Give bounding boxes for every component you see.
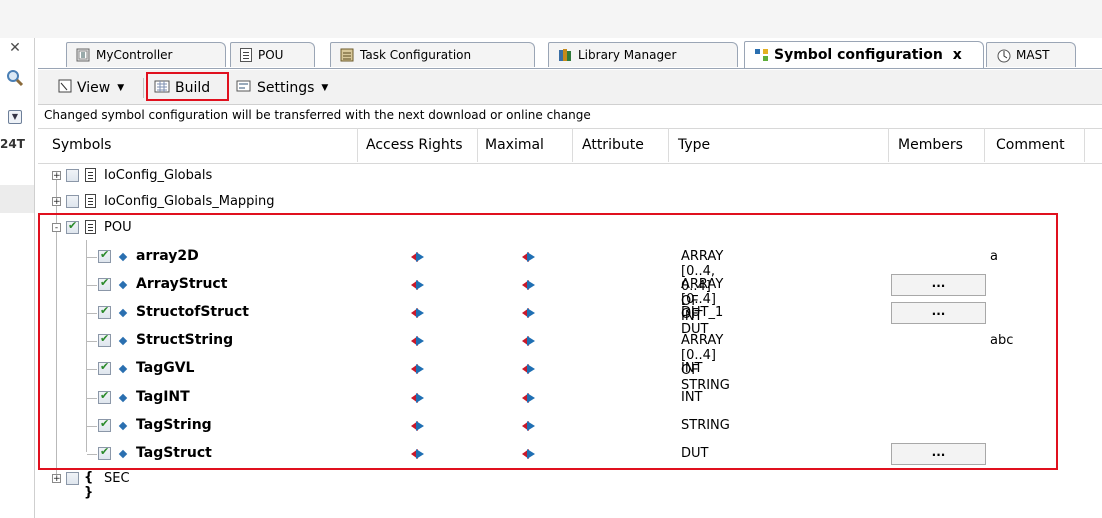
column-divider (668, 128, 669, 162)
col-attribute[interactable]: Attribute (582, 137, 644, 153)
task-icon (996, 48, 1011, 63)
checkbox[interactable] (66, 195, 79, 208)
settings-icon (236, 79, 252, 97)
tab-label: MAST (1016, 48, 1050, 62)
tab-mycontroller[interactable]: MyController (66, 42, 226, 67)
left-panel-number: 24T (0, 137, 25, 151)
document-icon (240, 48, 252, 62)
dropdown-icon[interactable]: ▼ (4, 107, 26, 127)
settings-label: Settings (257, 80, 315, 96)
pou-highlight (38, 213, 1058, 470)
col-comment[interactable]: Comment (996, 137, 1065, 153)
left-panel-selection (0, 185, 34, 213)
tab-label: Symbol configuration (774, 47, 943, 63)
checkbox[interactable] (66, 472, 79, 485)
column-divider (572, 128, 573, 162)
expand-icon[interactable]: + (52, 171, 61, 181)
col-access-rights[interactable]: Access Rights (366, 137, 463, 153)
change-notice: Changed symbol configuration will be tra… (44, 108, 591, 122)
controller-icon (76, 48, 90, 62)
search-icon[interactable] (4, 68, 26, 88)
column-divider (357, 128, 358, 162)
close-icon[interactable]: ✕ (4, 38, 26, 58)
tab-label: POU (258, 48, 284, 62)
view-label: View (77, 80, 111, 96)
symbol-config-icon (754, 48, 768, 62)
tab-pou[interactable]: POU (230, 42, 315, 67)
settings-menu[interactable]: Settings ▼ (236, 77, 328, 99)
group-label: IoConfig_Globals (104, 168, 213, 183)
tab-task-configuration[interactable]: Task Configuration (330, 42, 535, 67)
col-maximal[interactable]: Maximal (485, 137, 544, 153)
build-highlight (146, 72, 229, 101)
tab-symbol-configuration[interactable]: Symbol configuration x (744, 41, 984, 68)
tab-label: Library Manager (578, 48, 677, 62)
chevron-down-icon: ▼ (117, 83, 125, 93)
braces-icon: { } (84, 470, 94, 500)
document-icon (85, 194, 96, 208)
expand-icon[interactable]: + (52, 474, 61, 484)
view-menu[interactable]: View ▼ (58, 77, 124, 99)
tab-label: MyController (96, 48, 173, 62)
toolbar-separator (143, 78, 144, 98)
tab-library-manager[interactable]: Library Manager (548, 42, 738, 67)
library-icon (558, 48, 572, 62)
expand-icon[interactable]: + (52, 197, 61, 207)
document-icon (85, 168, 96, 182)
column-divider (477, 128, 478, 162)
column-divider (984, 128, 985, 162)
close-icon[interactable]: x (953, 47, 962, 63)
view-icon (58, 79, 72, 97)
column-divider (1084, 128, 1085, 162)
col-type[interactable]: Type (678, 137, 710, 153)
column-divider (888, 128, 889, 162)
tab-label: Task Configuration (360, 48, 472, 62)
col-symbols[interactable]: Symbols (52, 137, 111, 153)
col-members[interactable]: Members (898, 137, 963, 153)
tab-mast[interactable]: MAST (986, 42, 1076, 67)
task-config-icon (340, 48, 354, 62)
window-top-band (0, 0, 1102, 38)
group-label: IoConfig_Globals_Mapping (104, 194, 275, 209)
group-label: SEC (104, 471, 130, 486)
chevron-down-icon: ▼ (321, 83, 329, 93)
checkbox[interactable] (66, 169, 79, 182)
